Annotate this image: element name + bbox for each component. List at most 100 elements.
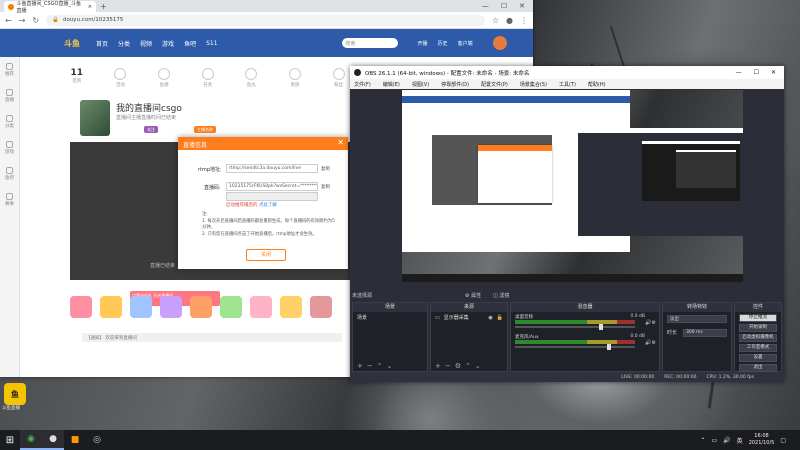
maximize-button[interactable]: ☐	[501, 2, 507, 10]
menu-profile[interactable]: 配置文件(P)	[481, 81, 508, 88]
dialog-close-icon[interactable]: ✕	[337, 138, 344, 147]
gift-item[interactable]	[310, 296, 332, 318]
tab-close-icon[interactable]: ×	[88, 4, 92, 10]
sidebar-item-yuba[interactable]: 鱼吧	[0, 161, 19, 187]
obs-close-button[interactable]: ✕	[771, 69, 776, 76]
forward-icon[interactable]: →	[19, 16, 26, 25]
copy-code-button[interactable]: 复制	[321, 184, 330, 190]
studio-mode-button[interactable]: 工作室模式	[739, 344, 777, 352]
sidebar-item-match[interactable]: 赛事	[0, 187, 19, 213]
rtmp-field[interactable]: rtmp://sendtc3a.douyu.com/live	[226, 164, 318, 173]
douyu-search-input[interactable]: 搜索	[341, 38, 398, 48]
obs-studio-taskbar-icon[interactable]: ◎	[86, 430, 108, 450]
menu-icon[interactable]: ⋮	[520, 16, 528, 25]
gift-item[interactable]	[280, 296, 302, 318]
menu-docks[interactable]: 停靠部件(D)	[441, 81, 469, 88]
start-recording-button[interactable]: 开始录制	[739, 324, 777, 332]
stat-item[interactable]: 活动	[104, 58, 138, 98]
gift-item[interactable]	[100, 296, 122, 318]
chrome-taskbar-icon[interactable]: ◉	[20, 430, 42, 450]
stop-stream-button[interactable]: 停止推流	[739, 314, 777, 322]
nav-s11[interactable]: S11	[206, 40, 217, 47]
douyu-desktop-icon[interactable]: 鱼	[4, 383, 26, 405]
star-icon[interactable]: ☆	[492, 16, 499, 25]
obs-preview[interactable]	[402, 90, 743, 282]
copy-rtmp-button[interactable]: 复制	[321, 166, 330, 172]
obs-maximize-button[interactable]: ☐	[754, 69, 759, 76]
sidebar-item-game[interactable]: 游戏	[0, 135, 19, 161]
windows-start-icon[interactable]: ⊞	[0, 435, 20, 446]
volume-icon[interactable]: 🔊	[723, 437, 730, 444]
scenes-footer[interactable]: +−⌃⌄	[353, 361, 427, 371]
ime-indicator[interactable]: 英	[737, 436, 743, 445]
menu-view[interactable]: 视图(V)	[412, 81, 429, 88]
gift-item[interactable]	[220, 296, 242, 318]
reload-icon[interactable]: ↻	[32, 16, 39, 25]
filters-button[interactable]: ◫ 滤镜	[493, 292, 509, 299]
nav-video[interactable]: 视频	[140, 39, 152, 48]
menu-edit[interactable]: 编辑(E)	[383, 81, 400, 88]
gift-item[interactable]	[250, 296, 272, 318]
menu-file[interactable]: 文件(F)	[354, 81, 371, 88]
sidebar-item-live[interactable]: 直播	[0, 83, 19, 109]
stream-code-field[interactable]: 10235175rFKUS0pk?wsSecret=********	[226, 182, 318, 191]
gift-item[interactable]	[160, 296, 182, 318]
menu-help[interactable]: 帮助(H)	[588, 81, 606, 88]
broadcast-button[interactable]: 开播	[418, 40, 428, 47]
transition-select[interactable]: 淡出	[667, 315, 727, 323]
sources-footer[interactable]: +−⚙⌃⌄	[431, 361, 507, 371]
gift-item[interactable]	[70, 296, 92, 318]
stat-item[interactable]: 鱼塘	[147, 58, 181, 98]
client-button[interactable]: 客户端	[458, 40, 473, 47]
nav-category[interactable]: 分类	[118, 39, 130, 48]
virtual-camera-button[interactable]: 启动虚拟摄像机	[739, 334, 777, 342]
source-item[interactable]: ▭ 显示器采集 ◉ 🔓	[431, 312, 507, 323]
profile-icon[interactable]: ●	[506, 16, 513, 25]
exit-button[interactable]: 退出	[739, 364, 777, 372]
douyu-taskbar-icon[interactable]: ■	[64, 430, 86, 450]
nav-home[interactable]: 首页	[96, 39, 108, 48]
nav-yuba[interactable]: 鱼吧	[184, 39, 196, 48]
minimize-button[interactable]: —	[482, 2, 489, 10]
user-avatar[interactable]	[492, 36, 507, 50]
gift-item[interactable]	[130, 296, 152, 318]
notification-icon[interactable]: ▢	[780, 437, 786, 444]
close-button[interactable]: ✕	[519, 2, 525, 10]
lock-toggle-icon[interactable]: 🔓	[497, 315, 503, 321]
dialog-close-button[interactable]: 关闭	[246, 249, 286, 261]
room-avatar[interactable]	[80, 100, 110, 136]
stat-item[interactable]: 任务	[191, 58, 225, 98]
browser-tab[interactable]: 斗鱼直播间_CSGO直播_斗鱼直播 ×	[4, 1, 96, 14]
volume-slider[interactable]	[515, 346, 635, 348]
sidebar-item-category[interactable]: 分类	[0, 109, 19, 135]
anchor-chip[interactable]: 主播名称	[194, 126, 216, 133]
volume-thumb[interactable]	[599, 324, 604, 330]
stat-item[interactable]: 11 签到	[60, 58, 94, 98]
obs-minimize-button[interactable]: —	[736, 69, 742, 76]
back-icon[interactable]: ←	[5, 16, 12, 25]
nav-game[interactable]: 游戏	[162, 39, 174, 48]
learn-more-link[interactable]: 点此了解	[259, 203, 277, 208]
scene-item[interactable]: 场景	[353, 312, 427, 323]
menu-tools[interactable]: 工具(T)	[559, 81, 576, 88]
follow-chip[interactable]: 关注	[144, 126, 158, 133]
history-button[interactable]: 历史	[438, 40, 448, 47]
volume-thumb[interactable]	[606, 344, 611, 350]
new-tab-button[interactable]: +	[100, 2, 107, 12]
stat-item[interactable]: 鱼丸	[235, 58, 269, 98]
clock[interactable]: 16:08 2021/10/5	[749, 433, 775, 447]
menu-scene-collection[interactable]: 场景集合(S)	[520, 81, 547, 88]
address-bar[interactable]: 🔒 douyu.com/10235175	[46, 14, 485, 26]
tray-up-icon[interactable]: ⌃	[700, 437, 705, 444]
douyu-logo[interactable]: 斗鱼	[64, 38, 80, 49]
stat-item[interactable]: 贵族	[278, 58, 312, 98]
gift-item[interactable]	[190, 296, 212, 318]
speaker-icon[interactable]: 🔊⚙	[645, 320, 656, 326]
settings-button[interactable]: 设置	[739, 354, 777, 362]
properties-button[interactable]: ⚙ 属性	[465, 292, 481, 299]
visibility-icon[interactable]: ◉	[488, 315, 492, 321]
network-icon[interactable]: ▭	[712, 437, 718, 444]
volume-slider[interactable]	[515, 326, 635, 328]
speaker-icon[interactable]: 🔊⚙	[645, 340, 656, 346]
duration-input[interactable]: 300 ms	[683, 329, 727, 337]
